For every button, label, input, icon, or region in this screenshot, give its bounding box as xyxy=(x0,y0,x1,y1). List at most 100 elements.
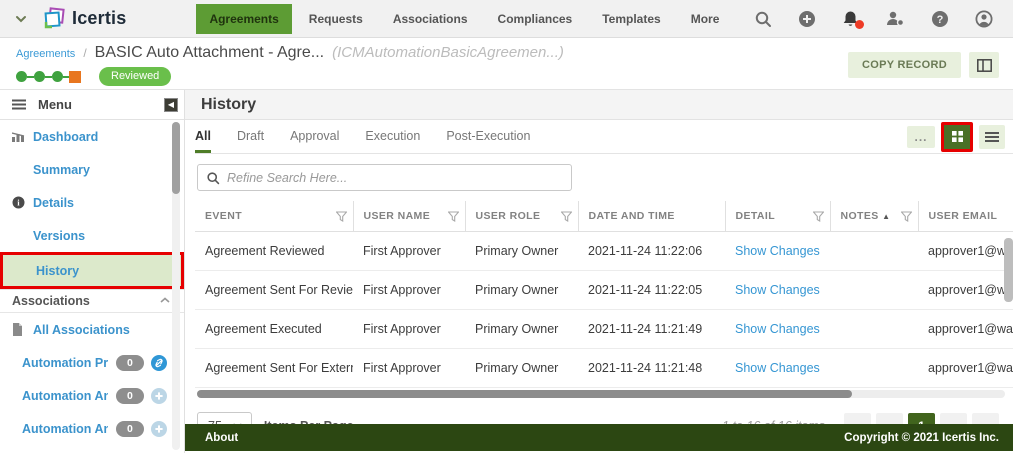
progress-dot xyxy=(52,71,63,82)
sidebar-scrollbar-thumb[interactable] xyxy=(172,122,180,194)
sidebar-item-details[interactable]: i Details xyxy=(0,186,184,219)
show-changes-link[interactable]: Show Changes xyxy=(725,349,830,388)
refine-search-box xyxy=(197,164,572,191)
tab-all[interactable]: All xyxy=(195,120,211,153)
user-admin-icon[interactable] xyxy=(885,10,905,28)
sidebar: Menu ◀ Dashboard Summary i Details xyxy=(0,90,185,453)
cell-user-name: First Approver xyxy=(353,232,465,271)
table-horizontal-scrollbar[interactable] xyxy=(197,390,1005,398)
column-header-notes[interactable]: NOTES▲ xyxy=(830,201,918,232)
sidebar-item-versions[interactable]: Versions xyxy=(0,219,184,252)
tab-draft[interactable]: Draft xyxy=(237,120,264,153)
filter-icon[interactable] xyxy=(813,211,824,222)
grid-view-button-annotated[interactable] xyxy=(941,122,973,152)
show-changes-link[interactable]: Show Changes xyxy=(725,232,830,271)
filter-icon[interactable] xyxy=(336,211,347,222)
cell-user-email: approver1@wa... xyxy=(918,310,1013,349)
table-row[interactable]: Agreement Sent For External Si... First … xyxy=(195,349,1013,388)
more-options-button[interactable]: ... xyxy=(907,126,935,148)
tab-execution[interactable]: Execution xyxy=(365,120,420,153)
main-panel: History All Draft Approval Execution Pos… xyxy=(185,90,1013,453)
app-switcher-chevron-icon[interactable] xyxy=(14,12,28,26)
search-input[interactable] xyxy=(227,171,563,185)
copy-record-button[interactable]: COPY RECORD xyxy=(848,52,961,78)
column-header-user-role[interactable]: USER ROLE xyxy=(465,201,578,232)
cell-user-name: First Approver xyxy=(353,310,465,349)
nav-tab-more[interactable]: More xyxy=(678,4,733,34)
assoc-item-label: Automation Annex... xyxy=(22,422,108,436)
info-icon: i xyxy=(12,196,33,209)
tab-approval[interactable]: Approval xyxy=(290,120,339,153)
table-row[interactable]: Agreement Reviewed First Approver Primar… xyxy=(195,232,1013,271)
sidebar-section-associations[interactable]: Associations xyxy=(0,289,184,313)
nav-tab-agreements[interactable]: Agreements xyxy=(196,4,291,34)
nav-tab-requests[interactable]: Requests xyxy=(296,4,376,34)
section-label: Associations xyxy=(12,294,90,308)
tab-post-execution[interactable]: Post-Execution xyxy=(446,120,530,153)
column-header-user-name[interactable]: USER NAME xyxy=(353,201,465,232)
link-association-icon[interactable] xyxy=(151,355,167,371)
nav-tab-associations[interactable]: Associations xyxy=(380,4,481,34)
table-row[interactable]: Agreement Sent For Review First Approver… xyxy=(195,271,1013,310)
sidebar-item-automation-annex-1[interactable]: Automation Annex... 0 xyxy=(0,379,184,412)
layout-toggle-button[interactable] xyxy=(969,52,999,78)
history-filter-tabs: All Draft Approval Execution Post-Execut… xyxy=(195,120,1013,154)
show-changes-link[interactable]: Show Changes xyxy=(725,310,830,349)
document-icon xyxy=(12,323,33,336)
record-title: BASIC Auto Attachment - Agre... xyxy=(95,44,324,62)
cell-user-role: Primary Owner xyxy=(465,349,578,388)
column-header-detail[interactable]: DETAIL xyxy=(725,201,830,232)
sidebar-collapse-button[interactable]: ◀ xyxy=(164,98,178,112)
table-vertical-scrollbar[interactable] xyxy=(1004,238,1013,388)
cell-event: Agreement Sent For Review xyxy=(195,271,353,310)
help-icon[interactable]: ? xyxy=(931,10,949,28)
sidebar-item-automation-annex-2[interactable]: Automation Annex... 0 xyxy=(0,412,184,445)
list-view-icon xyxy=(985,131,999,143)
sidebar-item-summary[interactable]: Summary xyxy=(0,153,184,186)
dashboard-chart-icon xyxy=(12,131,33,142)
about-link[interactable]: About xyxy=(205,432,238,444)
nav-tab-templates[interactable]: Templates xyxy=(589,4,673,34)
profile-icon[interactable] xyxy=(975,10,993,28)
sidebar-item-dashboard[interactable]: Dashboard xyxy=(0,120,184,153)
sidebar-item-history-selected-annotated[interactable]: History xyxy=(0,252,184,289)
add-association-icon[interactable] xyxy=(151,388,167,404)
sidebar-item-all-associations[interactable]: All Associations xyxy=(0,313,184,346)
cell-user-role: Primary Owner xyxy=(465,271,578,310)
sidebar-item-automation-prime[interactable]: Automation Prime ... 0 xyxy=(0,346,184,379)
sidebar-item-label: All Associations xyxy=(33,323,130,337)
icertis-logo[interactable]: Icertis xyxy=(42,6,126,32)
sidebar-scrollbar[interactable] xyxy=(172,122,180,450)
cell-user-email: approver1@wa... xyxy=(918,271,1013,310)
cell-user-role: Primary Owner xyxy=(465,310,578,349)
assoc-count-badge: 0 xyxy=(116,421,144,437)
table-row[interactable]: Agreement Executed First Approver Primar… xyxy=(195,310,1013,349)
sidebar-item-label: Details xyxy=(33,196,74,210)
assoc-item-label: Automation Prime ... xyxy=(22,356,108,370)
cell-notes xyxy=(830,310,918,349)
add-association-icon[interactable] xyxy=(151,421,167,437)
column-header-date-time[interactable]: DATE AND TIME xyxy=(578,201,725,232)
assoc-count-badge: 0 xyxy=(116,388,144,404)
sidebar-item-label: History xyxy=(36,264,79,278)
top-navbar: Icertis Agreements Requests Associations… xyxy=(0,0,1013,38)
table-horizontal-scrollbar-thumb[interactable] xyxy=(197,390,852,398)
cell-notes xyxy=(830,232,918,271)
table-header-row: EVENT USER NAME USER ROLE DATE AND TIME … xyxy=(195,201,1013,232)
filter-icon[interactable] xyxy=(901,211,912,222)
filter-icon[interactable] xyxy=(561,211,572,222)
column-header-user-email[interactable]: USER EMAIL xyxy=(918,201,1013,232)
cell-user-role: Primary Owner xyxy=(465,232,578,271)
table-vertical-scrollbar-thumb[interactable] xyxy=(1004,238,1013,302)
hamburger-menu-icon[interactable] xyxy=(12,99,26,110)
show-changes-link[interactable]: Show Changes xyxy=(725,271,830,310)
filter-icon[interactable] xyxy=(448,211,459,222)
column-header-event[interactable]: EVENT xyxy=(195,201,353,232)
list-view-button[interactable] xyxy=(979,125,1005,149)
notifications-bell-icon[interactable] xyxy=(842,10,859,28)
add-icon[interactable] xyxy=(798,10,816,28)
search-icon[interactable] xyxy=(754,10,772,28)
brand-name: Icertis xyxy=(72,8,126,29)
breadcrumb-agreements-link[interactable]: Agreements xyxy=(16,48,75,60)
nav-tab-compliances[interactable]: Compliances xyxy=(485,4,586,34)
